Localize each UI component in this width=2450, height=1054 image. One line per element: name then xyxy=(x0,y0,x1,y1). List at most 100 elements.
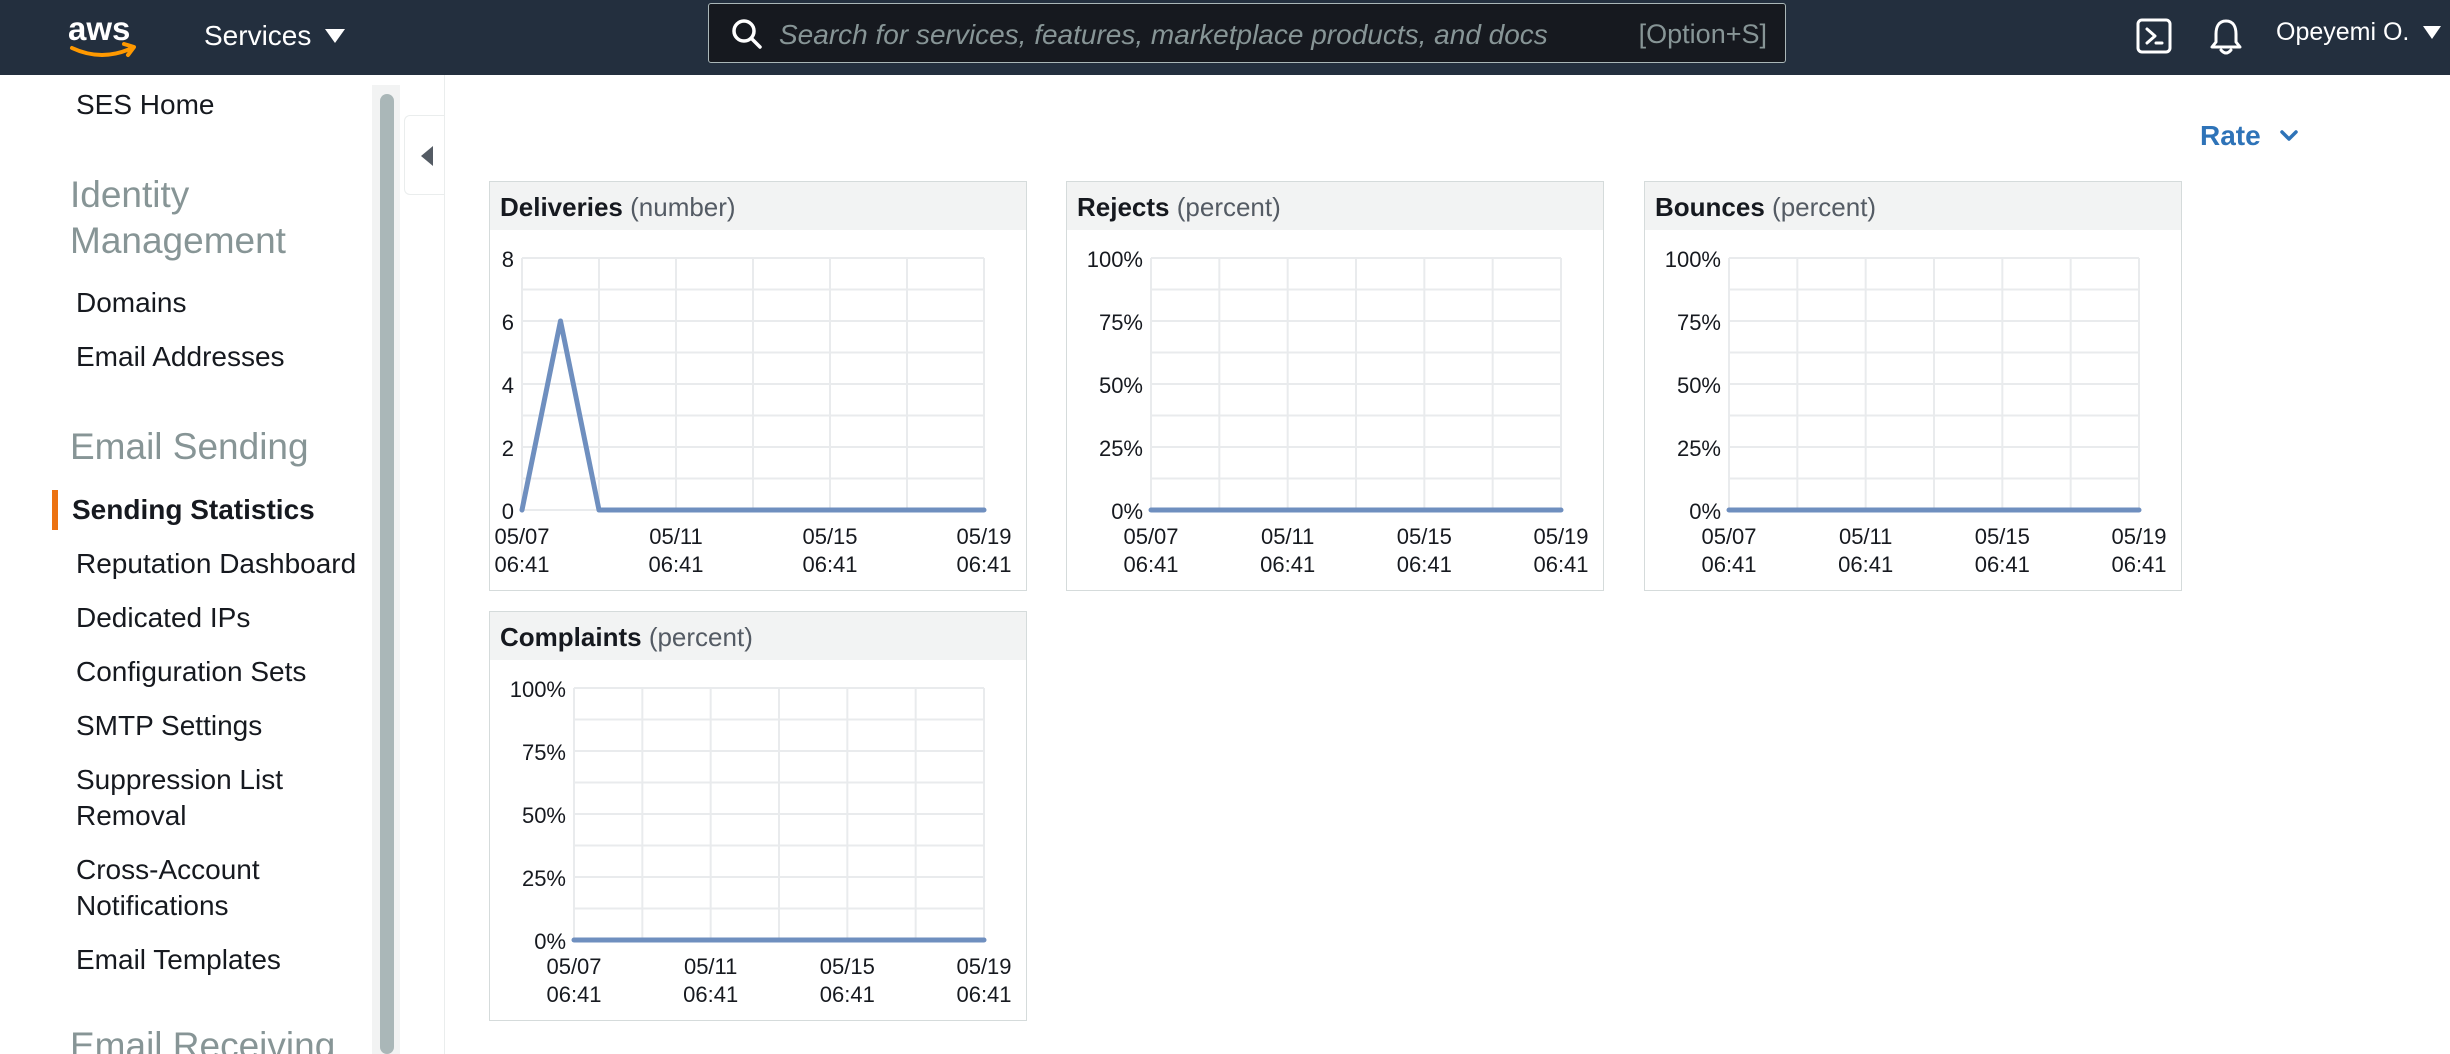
x-tick-label: 05/19 xyxy=(2111,524,2166,549)
search-icon xyxy=(731,18,763,55)
x-tick-label: 06:41 xyxy=(956,552,1011,577)
x-tick-label: 06:41 xyxy=(820,982,875,1007)
y-tick-label: 75% xyxy=(1677,310,1721,335)
y-tick-label: 0% xyxy=(1689,499,1721,524)
rate-label: Rate xyxy=(2200,120,2261,151)
x-tick-label: 05/11 xyxy=(1839,524,1892,549)
deliveries-chart: 8 6 4 2 005/07 06:41 05/11 06:41 05/15 06:41 05/19… xyxy=(494,247,1011,577)
y-tick-label: 75% xyxy=(1099,310,1143,335)
search-shortcut-hint: [Option+S] xyxy=(1638,19,1767,49)
top-navigation-bar: aws Services Search for services, featur… xyxy=(0,0,2450,75)
search-placeholder: Search for services, features, marketpla… xyxy=(779,19,1548,50)
caret-down-icon xyxy=(325,29,346,43)
chart-title-text: Bounces xyxy=(1655,192,1765,222)
rate-dropdown[interactable]: Rate xyxy=(2200,120,2299,152)
sidebar-item-email-templates[interactable]: Email Templates xyxy=(76,942,281,978)
sidebar-item-suppression-list-removal[interactable]: Suppression List Removal xyxy=(76,762,316,834)
x-tick-label: 05/07 xyxy=(494,524,549,549)
collapse-sidebar-button[interactable] xyxy=(404,115,444,195)
y-tick-label: 25% xyxy=(522,866,566,891)
sidebar-item-sending-statistics[interactable]: Sending Statistics xyxy=(72,492,315,528)
active-indicator xyxy=(52,490,58,530)
chart-unit: (number) xyxy=(630,192,736,222)
chart-panel-bounces: Bounces (percent) 100% 75% 50% 25% 0% 05/07 06… xyxy=(1644,181,2182,591)
sidebar-divider xyxy=(444,75,445,1054)
y-tick-label: 100% xyxy=(1087,247,1143,272)
y-tick-label: 8 xyxy=(502,247,514,272)
chart-title: Complaints (percent) xyxy=(500,622,753,653)
account-menu[interactable]: Opeyemi O. xyxy=(2276,18,2442,47)
y-tick-label: 25% xyxy=(1677,436,1721,461)
sidebar-item-email-addresses[interactable]: Email Addresses xyxy=(76,339,285,375)
chart-panel-deliveries: Deliveries (number) 8 6 4 2 0 05/07 06:41 05/11… xyxy=(489,181,1027,591)
services-menu[interactable]: Services xyxy=(204,18,346,54)
sidebar: SES Home Identity Management Domains Ema… xyxy=(0,75,370,1054)
x-tick-label: 05/11 xyxy=(649,524,702,549)
chart-title: Rejects (percent) xyxy=(1077,192,1281,223)
x-tick-label: 05/15 xyxy=(1397,524,1452,549)
y-tick-label: 2 xyxy=(502,436,514,461)
x-tick-label: 05/19 xyxy=(956,524,1011,549)
search-bar[interactable]: Search for services, features, marketpla… xyxy=(708,3,1786,63)
y-tick-label: 50% xyxy=(522,803,566,828)
complaints-chart: 100% 75% 50% 25% 0%05/07 06:41 05/11 06:41 05/15… xyxy=(510,677,1012,1007)
x-tick-label: 06:41 xyxy=(1838,552,1893,577)
x-tick-label: 05/15 xyxy=(820,954,875,979)
chart-panel-complaints: Complaints (percent) 100% 75% 50% 25% 0% 05/0… xyxy=(489,611,1027,1021)
sidebar-item-dedicated-ips[interactable]: Dedicated IPs xyxy=(76,600,250,636)
rejects-chart: 100% 75% 50% 25% 0%05/07 06:41 05/11 06:41 05/15… xyxy=(1087,247,1589,577)
chart-title: Bounces (percent) xyxy=(1655,192,1876,223)
sidebar-item-reputation-dashboard[interactable]: Reputation Dashboard xyxy=(76,546,356,582)
y-tick-label: 0% xyxy=(534,929,566,954)
x-tick-label: 05/19 xyxy=(956,954,1011,979)
sidebar-item-domains[interactable]: Domains xyxy=(76,285,186,321)
sidebar-item-cross-account-notifications[interactable]: Cross-Account Notifications xyxy=(76,852,316,924)
x-tick-label: 06:41 xyxy=(1397,552,1452,577)
caret-down-icon xyxy=(2423,26,2442,39)
caret-left-icon xyxy=(421,146,433,166)
x-tick-label: 06:41 xyxy=(1260,552,1315,577)
x-tick-label: 06:41 xyxy=(546,982,601,1007)
x-tick-label: 06:41 xyxy=(494,552,549,577)
y-tick-label: 75% xyxy=(522,740,566,765)
x-tick-label: 06:41 xyxy=(1123,552,1178,577)
chart-title: Deliveries (number) xyxy=(500,192,736,223)
aws-logo[interactable]: aws xyxy=(66,10,142,62)
sidebar-item-configuration-sets[interactable]: Configuration Sets xyxy=(76,654,306,690)
chart-title-text: Deliveries xyxy=(500,192,623,222)
y-tick-label: 4 xyxy=(502,373,514,398)
y-tick-label: 100% xyxy=(1665,247,1721,272)
x-tick-label: 05/15 xyxy=(1975,524,2030,549)
chart-unit: (percent) xyxy=(1176,192,1281,222)
x-tick-label: 06:41 xyxy=(956,982,1011,1007)
bell-icon[interactable] xyxy=(2206,16,2246,56)
x-tick-label: 05/15 xyxy=(802,524,857,549)
y-tick-label: 25% xyxy=(1099,436,1143,461)
x-tick-label: 06:41 xyxy=(1533,552,1588,577)
y-tick-label: 50% xyxy=(1099,373,1143,398)
x-tick-label: 06:41 xyxy=(683,982,738,1007)
sidebar-item-smtp-settings[interactable]: SMTP Settings xyxy=(76,708,262,744)
x-tick-label: 05/07 xyxy=(1701,524,1756,549)
x-tick-label: 05/11 xyxy=(684,954,737,979)
y-tick-label: 6 xyxy=(502,310,514,335)
services-label: Services xyxy=(204,20,312,51)
cloudshell-icon[interactable] xyxy=(2134,16,2174,56)
x-tick-label: 06:41 xyxy=(1701,552,1756,577)
aws-logo-text: aws xyxy=(68,10,130,47)
chart-unit: (percent) xyxy=(648,622,753,652)
chart-title-text: Rejects xyxy=(1077,192,1170,222)
chart-unit: (percent) xyxy=(1772,192,1877,222)
sidebar-heading-identity-management: Identity Management xyxy=(70,174,286,261)
user-name: Opeyemi O. xyxy=(2276,18,2410,46)
x-tick-label: 06:41 xyxy=(1975,552,2030,577)
sidebar-item-ses-home[interactable]: SES Home xyxy=(76,87,215,123)
y-tick-label: 50% xyxy=(1677,373,1721,398)
chevron-down-icon xyxy=(2279,130,2298,141)
x-tick-label: 05/07 xyxy=(546,954,601,979)
sidebar-heading-email-sending: Email Sending xyxy=(70,426,309,467)
sidebar-heading-email-receiving: Email Receiving xyxy=(70,1025,336,1054)
sidebar-scrollbar-thumb[interactable] xyxy=(380,94,394,1054)
x-tick-label: 06:41 xyxy=(802,552,857,577)
x-tick-label: 06:41 xyxy=(648,552,703,577)
